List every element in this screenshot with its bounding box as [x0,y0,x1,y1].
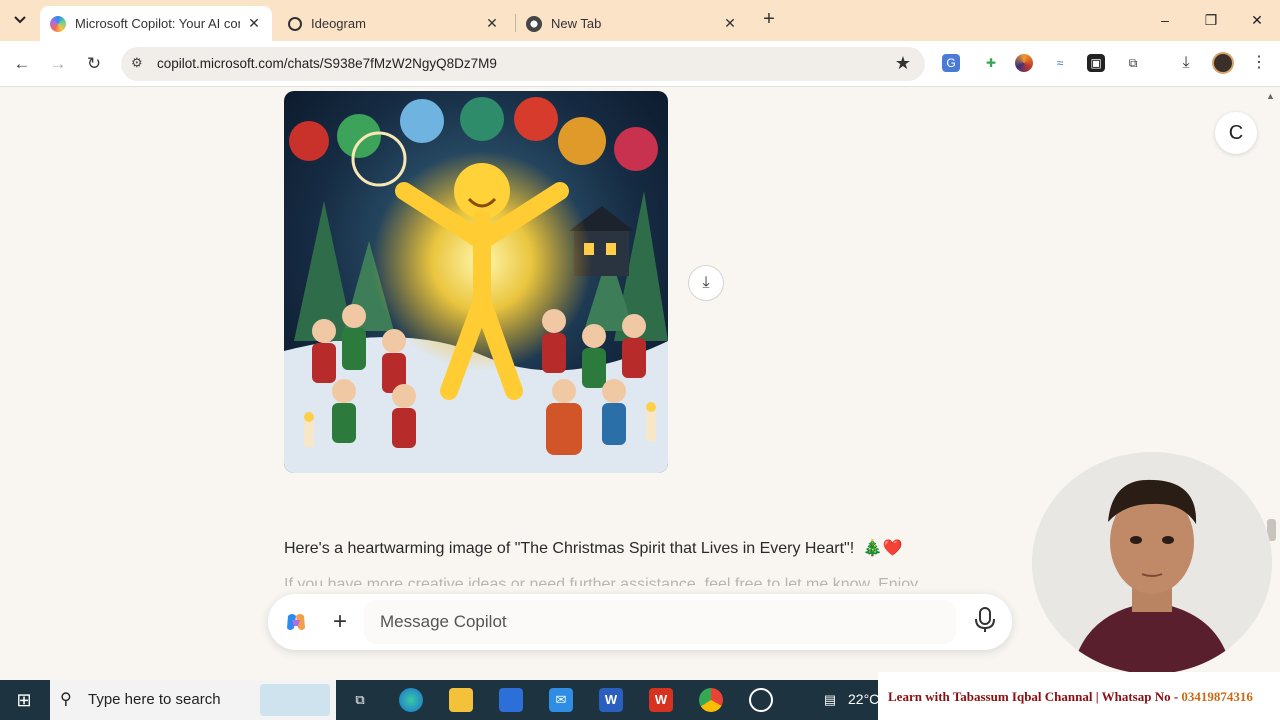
ideogram-favicon-icon [288,16,302,31]
site-settings-icon[interactable]: ⚙ [131,55,147,71]
microphone-button[interactable] [970,607,1000,637]
banner-text: Learn with Tabassum Iqbal Channal | What… [888,689,1253,705]
minimize-button[interactable]: – [1142,8,1188,32]
extensions-puzzle-icon[interactable]: ⧉ [1124,54,1142,72]
mail-icon[interactable]: ✉ [549,688,573,712]
corner-c-button[interactable]: C [1215,112,1257,154]
restore-button[interactable]: ❐ [1188,8,1234,32]
news-widget-icon[interactable]: ▤ [818,688,842,712]
reply-emojis: 🎄❤️ [862,540,903,557]
copilot-favicon-icon [50,15,66,32]
add-attachment-button[interactable]: + [324,606,356,638]
tab-title: Microsoft Copilot: Your AI comp [75,16,240,31]
microphone-icon [975,607,995,632]
christmas-illustration [284,91,668,473]
tab-close-icon[interactable]: ✕ [722,15,738,32]
avatar[interactable] [1212,52,1234,74]
message-input[interactable] [364,600,956,644]
tab-title: New Tab [551,16,602,31]
translate-extension-icon[interactable]: G [942,54,960,72]
store-icon[interactable] [499,688,523,712]
extension-square-icon[interactable]: ▣ [1087,54,1105,72]
taskbar-search-text: Type here to search [88,691,221,708]
tab-title: Ideogram [311,16,366,31]
tab-strip: Microsoft Copilot: Your AI comp ✕ Ideogr… [0,0,1280,41]
assistant-reply: Here's a heartwarming image of "The Chri… [284,538,902,558]
scroll-up-icon[interactable]: ▲ [1266,91,1275,101]
copilot-logo-icon [287,614,305,630]
task-view-icon[interactable]: ⧉ [348,688,372,712]
extension-circle-icon[interactable] [1015,54,1033,72]
search-icon: ⚲ [60,691,72,708]
tab-new-tab[interactable]: New Tab ✕ [516,6,748,41]
presenter-video [1032,452,1272,674]
file-explorer-icon[interactable] [449,688,473,712]
url-text[interactable]: copilot.microsoft.com/chats/S938e7fMzW2N… [157,56,497,71]
generated-image[interactable] [284,91,668,473]
bookmark-star-icon[interactable]: ★ [895,53,911,74]
chrome-icon[interactable] [699,688,723,712]
reply-text: Here's a heartwarming image of "The Chri… [284,540,855,557]
address-bar[interactable]: ⚙ copilot.microsoft.com/chats/S938e7fMzW… [121,47,925,81]
banner-phone: 03419874316 [1181,689,1253,704]
temperature: 22°C [848,691,880,707]
close-window-button[interactable]: ✕ [1234,8,1280,32]
forward-button[interactable]: → [46,52,70,76]
download-icon[interactable]: ⤓ [1177,54,1195,72]
wps-icon[interactable]: W [649,688,673,712]
search-highlight-image [260,684,330,716]
reload-button[interactable]: ↻ [82,52,106,76]
tab-ideogram[interactable]: Ideogram ✕ [278,6,510,41]
obs-icon[interactable] [749,688,773,712]
taskbar-search[interactable]: ⚲ Type here to search [50,680,336,720]
edge-icon[interactable] [399,688,423,712]
tab-close-icon[interactable]: ✕ [246,15,262,32]
faded-reply-text: If you have more creative ideas or need … [284,576,919,586]
tab-search-button[interactable] [8,8,32,32]
extension-wave-icon[interactable]: ≈ [1051,54,1069,72]
chevron-down-icon [14,16,26,24]
windows-start-icon[interactable]: ⊞ [12,688,36,712]
chrome-favicon-icon [526,15,542,32]
word-icon[interactable]: W [599,688,623,712]
tab-copilot[interactable]: Microsoft Copilot: Your AI comp ✕ [40,6,272,41]
new-tab-button[interactable]: + [758,9,780,31]
extension-plus-icon[interactable]: ✚ [982,54,1000,72]
tab-close-icon[interactable]: ✕ [484,15,500,32]
channel-banner: Learn with Tabassum Iqbal Channal | What… [878,672,1280,720]
message-composer: + [268,594,1012,650]
back-button[interactable]: ← [10,52,34,76]
browser-toolbar: ← → ↻ ⚙ copilot.microsoft.com/chats/S938… [0,41,1280,87]
banner-label: Learn with Tabassum Iqbal Channal | What… [888,689,1182,704]
download-image-button[interactable]: ⤓ [688,265,724,301]
menu-kebab-icon[interactable]: ⋮ [1250,54,1268,72]
webcam-overlay [1032,452,1272,674]
